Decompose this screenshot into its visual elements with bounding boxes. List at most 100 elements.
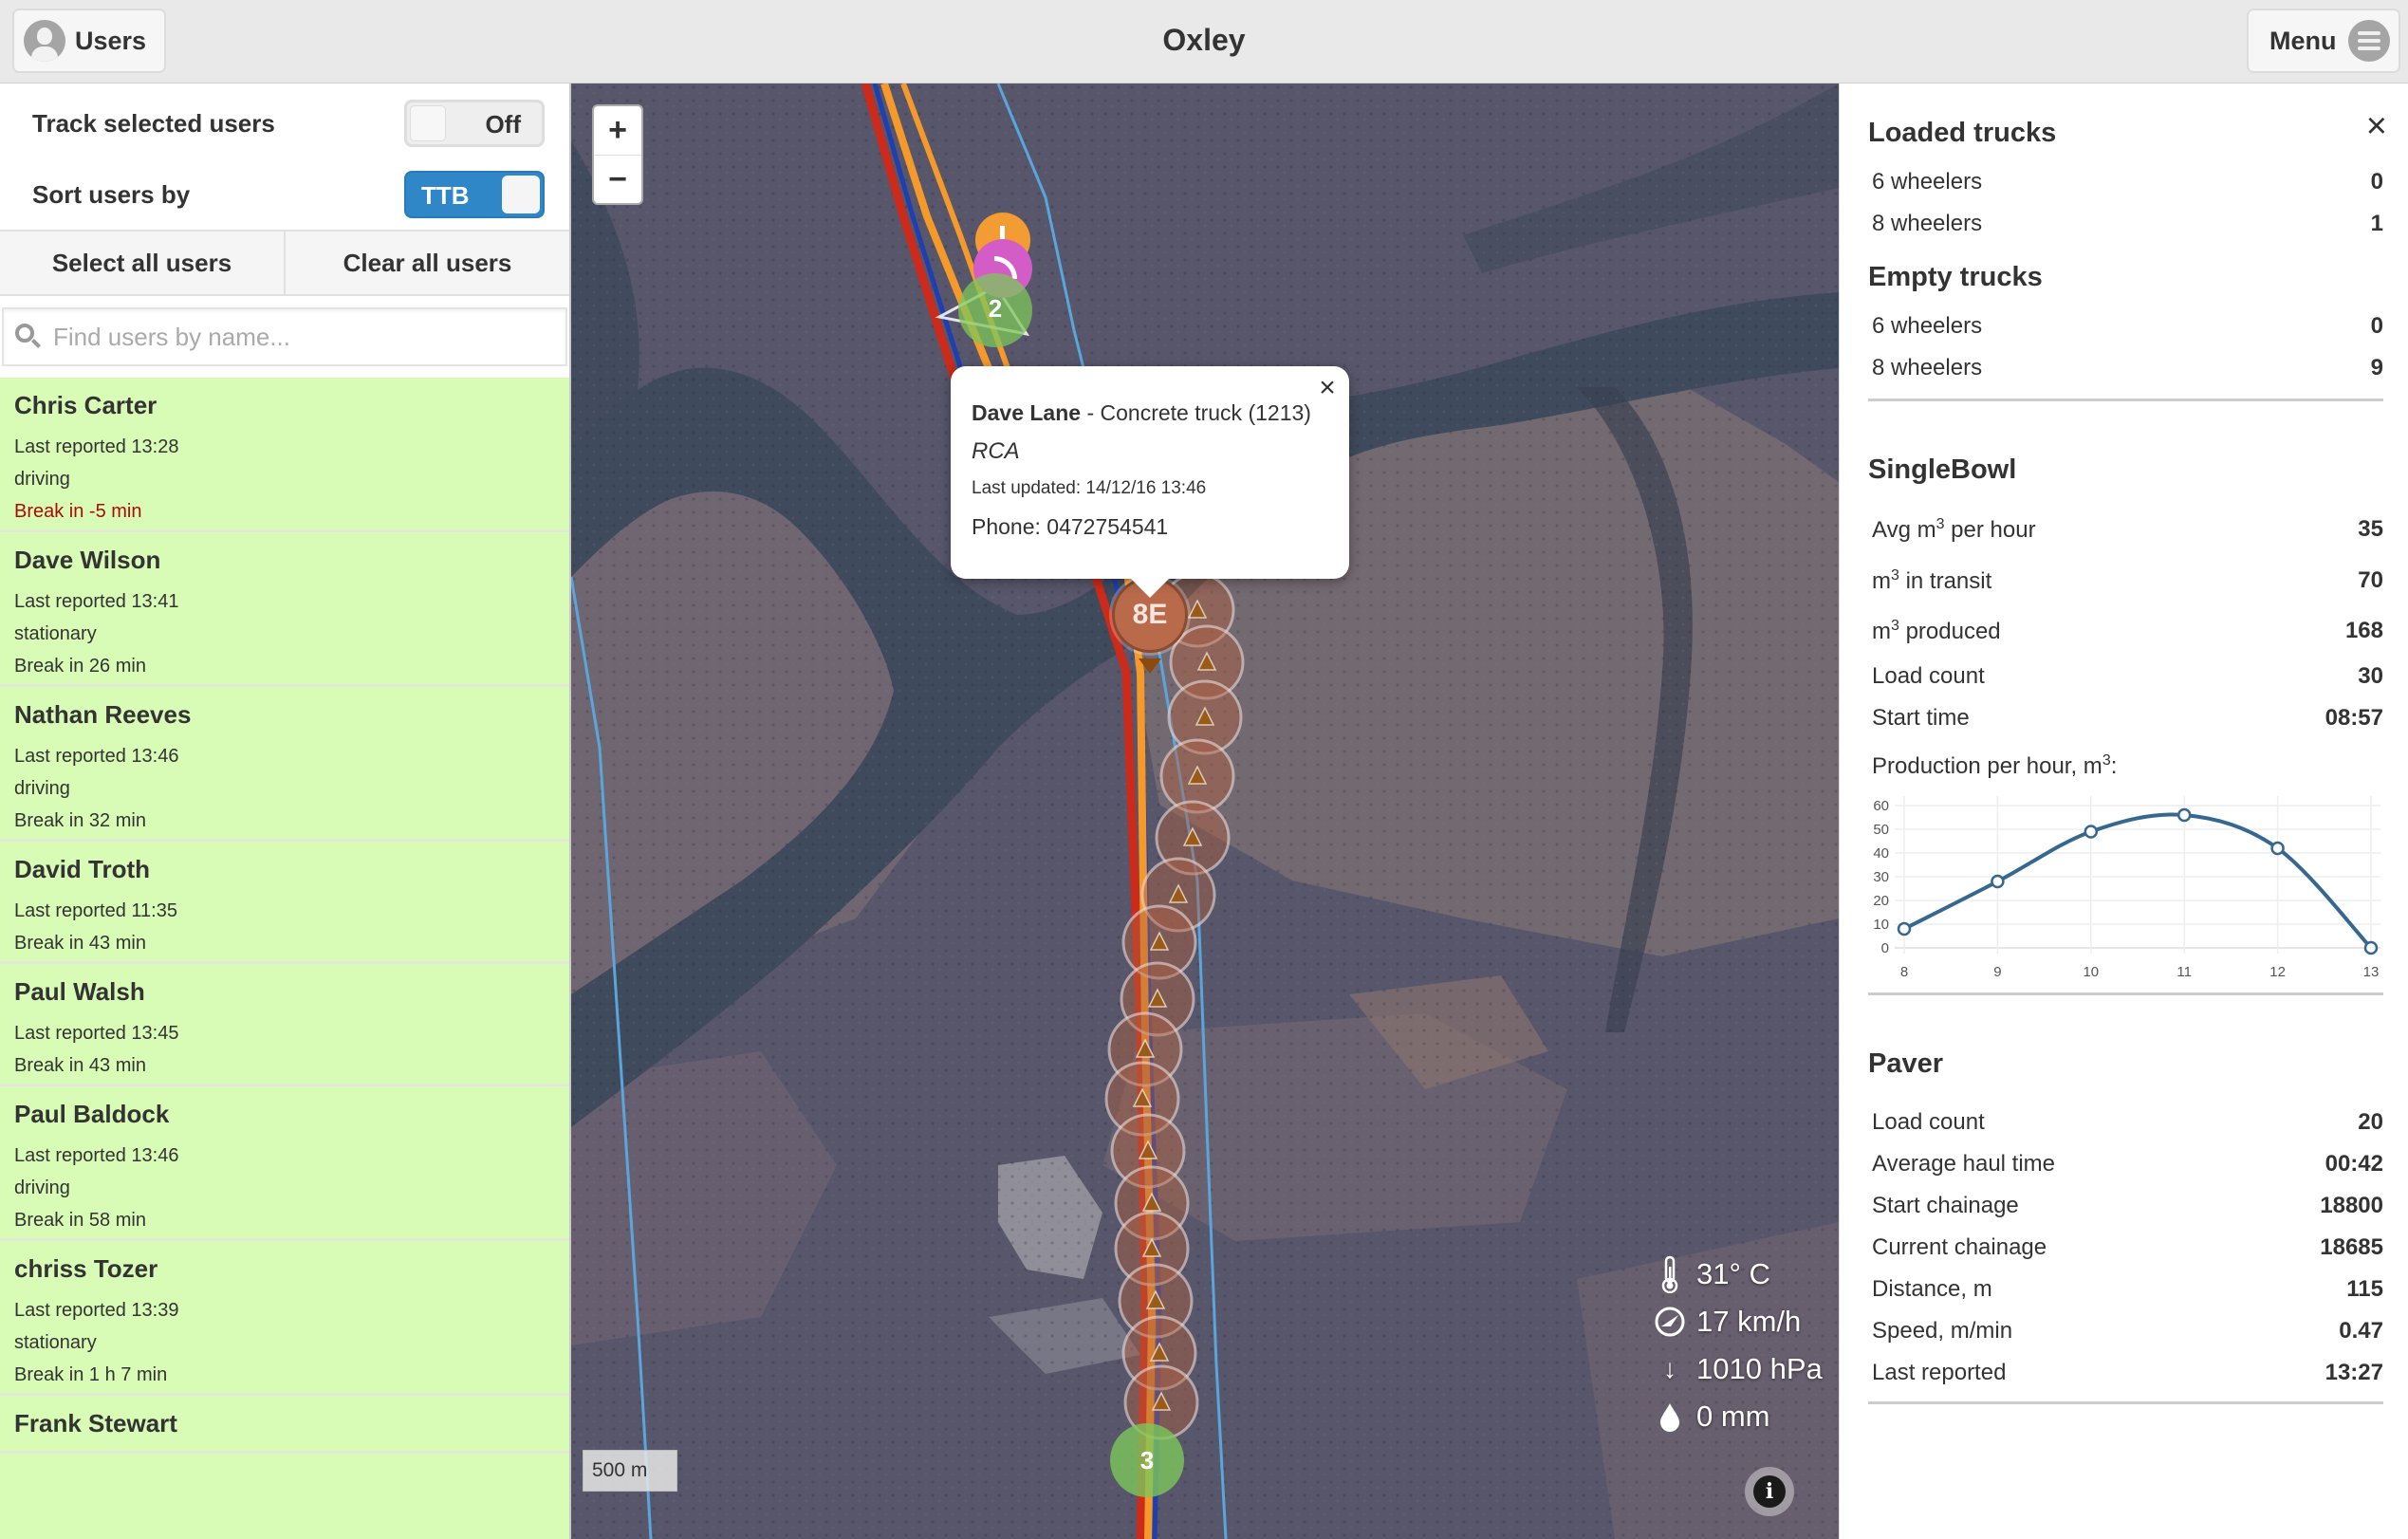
user-status: driving	[14, 469, 70, 490]
section-divider	[1868, 399, 2383, 401]
track-users-toggle[interactable]: Off	[404, 100, 545, 147]
stat-label: Distance, m	[1872, 1276, 1992, 1302]
info-icon: i	[1753, 1475, 1786, 1508]
data-point	[2084, 825, 2099, 839]
paver-stat-row: Load count 20	[1868, 1102, 2383, 1143]
popup-material: RCA	[972, 438, 1020, 464]
menu-button[interactable]: Menu	[2247, 9, 2400, 73]
user-break-time: Break in 26 min	[14, 656, 146, 677]
data-point	[1897, 921, 1912, 936]
truck-info-popup: × Dave Lane - Concrete truck (1213) RCA …	[951, 366, 1349, 598]
y-tick-label: 30	[1873, 869, 1889, 885]
search-icon	[15, 324, 42, 350]
user-name: chriss Tozer	[14, 1254, 158, 1283]
users-sidebar: Track selected users Off Sort users by T…	[0, 83, 571, 1539]
singlebowl-load-count-row: Load count 30	[1872, 663, 2383, 689]
user-list-item[interactable]: Nathan Reeves Last reported 13:46 driving B…	[0, 687, 569, 842]
x-tick-label: 8	[1900, 964, 1908, 976]
user-name: Chris Carter	[14, 391, 157, 419]
truck-trail	[935, 285, 1245, 1440]
user-search-input[interactable]	[53, 322, 546, 352]
user-list-item[interactable]: David Troth Last reported 11:35 Break in 4…	[0, 842, 569, 964]
paver-stats: Load count 20 Average haul time 00:42 Start …	[1868, 1102, 2383, 1394]
weather-temperature: 31° C	[1653, 1251, 1823, 1298]
cluster-marker-top[interactable]: 2	[958, 273, 1032, 347]
user-name: Nathan Reeves	[14, 700, 192, 729]
user-last-reported: Last reported 11:35	[14, 900, 177, 921]
sort-users-label: Sort users by	[32, 179, 191, 209]
cluster-marker-bottom[interactable]: 3	[1110, 1423, 1184, 1497]
wind-value: 17 km/h	[1696, 1305, 1802, 1338]
stat-value: 00:42	[2325, 1151, 2383, 1177]
user-list-item[interactable]: Chris Carter Last reported 13:28 driving Br…	[0, 378, 569, 532]
paver-stat-row: Average haul time 00:42	[1868, 1143, 2383, 1185]
header-bar: Oxley Users Menu	[0, 0, 2408, 83]
user-name: David Troth	[14, 855, 151, 883]
stat-label: Load count	[1872, 1109, 1985, 1135]
user-list-item[interactable]: Dave Wilson Last reported 13:41 stationary…	[0, 532, 569, 687]
map-info-button[interactable]: i	[1745, 1467, 1794, 1516]
production-chart-label: Production per hour, m3:	[1872, 752, 2118, 779]
paver-stat-row: Current chainage 18685	[1868, 1227, 2383, 1269]
paver-stat-row: Distance, m 115	[1868, 1269, 2383, 1310]
user-last-reported: Last reported 13:46	[14, 1145, 179, 1166]
menu-button-label: Menu	[2269, 26, 2337, 55]
data-point	[2176, 807, 2192, 823]
stat-label: Last reported	[1872, 1360, 2007, 1385]
page-title: Oxley	[1162, 23, 1246, 57]
zoom-in-button[interactable]: +	[594, 106, 641, 155]
map-view[interactable]: 8E 2 3 + − × Dave Lane - Concrete truck …	[571, 83, 1839, 1539]
cluster-count: 3	[1139, 1446, 1155, 1474]
pressure-arrow-icon: ↓	[1663, 1354, 1676, 1383]
users-button[interactable]: Users	[12, 9, 166, 73]
user-list: Chris Carter Last reported 13:28 driving Br…	[0, 378, 569, 1539]
zoom-out-button[interactable]: −	[594, 155, 641, 203]
user-list-item[interactable]: Paul Baldock Last reported 13:46 driving Br…	[0, 1086, 569, 1241]
avg-per-hour-row: Avg m3 per hour 35	[1872, 515, 2383, 543]
sort-toggle-state: TTB	[421, 181, 470, 210]
user-status: driving	[14, 1177, 70, 1198]
section-divider	[1868, 992, 2383, 995]
user-status: driving	[14, 778, 70, 799]
user-avatar-icon	[24, 20, 65, 62]
in-transit-row: m3 in transit 70	[1872, 566, 2383, 594]
user-last-reported: Last reported 13:39	[14, 1300, 179, 1321]
x-tick-label: 13	[2363, 964, 2380, 976]
y-tick-label: 50	[1873, 822, 1889, 838]
user-break-time: Break in 1 h 7 min	[14, 1364, 168, 1385]
user-name: Paul Walsh	[14, 977, 145, 1006]
popup-vehicle: - Concrete truck (1213)	[1081, 400, 1311, 425]
user-list-item[interactable]: Frank Stewart	[0, 1396, 569, 1454]
popup-driver-name: Dave Lane	[972, 400, 1082, 425]
user-last-reported: Last reported 13:46	[14, 746, 179, 767]
rain-value: 0 mm	[1696, 1400, 1770, 1433]
y-tick-label: 0	[1881, 940, 1889, 956]
stat-value: 18685	[2320, 1234, 2383, 1260]
weather-pressure: ↓ 1010 hPa	[1653, 1345, 1823, 1393]
track-users-label: Track selected users	[32, 108, 275, 138]
x-tick-label: 12	[2269, 964, 2286, 976]
user-list-item[interactable]: Paul Walsh Last reported 13:45 Break in 43…	[0, 964, 569, 1086]
user-break-time: Break in -5 min	[14, 501, 142, 522]
section-divider	[1868, 1401, 2383, 1404]
sort-users-toggle[interactable]: TTB	[404, 171, 545, 218]
select-all-users-button[interactable]: Select all users	[0, 232, 284, 294]
x-tick-label: 10	[2083, 964, 2099, 976]
produced-row: m3 produced 168	[1872, 617, 2383, 644]
clear-all-users-button[interactable]: Clear all users	[284, 232, 569, 294]
loaded-trucks-title: Loaded trucks	[1868, 118, 2057, 148]
stats-panel: × Loaded trucks 6 wheelers 0 8 wheelers 1 …	[1839, 83, 2408, 1539]
stat-value: 20	[2358, 1109, 2383, 1135]
users-button-label: Users	[75, 26, 147, 55]
popup-close-button[interactable]: ×	[1313, 372, 1342, 404]
y-tick-label: 40	[1873, 845, 1889, 862]
raindrop-icon	[1653, 1401, 1687, 1432]
y-tick-label: 10	[1873, 917, 1889, 933]
panel-close-button[interactable]: ×	[2366, 108, 2387, 144]
user-break-time: Break in 43 min	[14, 933, 146, 954]
user-list-item[interactable]: chriss Tozer Last reported 13:39 stationar…	[0, 1241, 569, 1396]
user-status: stationary	[14, 1332, 97, 1353]
user-name: Dave Wilson	[14, 546, 161, 574]
user-last-reported: Last reported 13:41	[14, 591, 179, 612]
paver-title: Paver	[1868, 1048, 1944, 1079]
